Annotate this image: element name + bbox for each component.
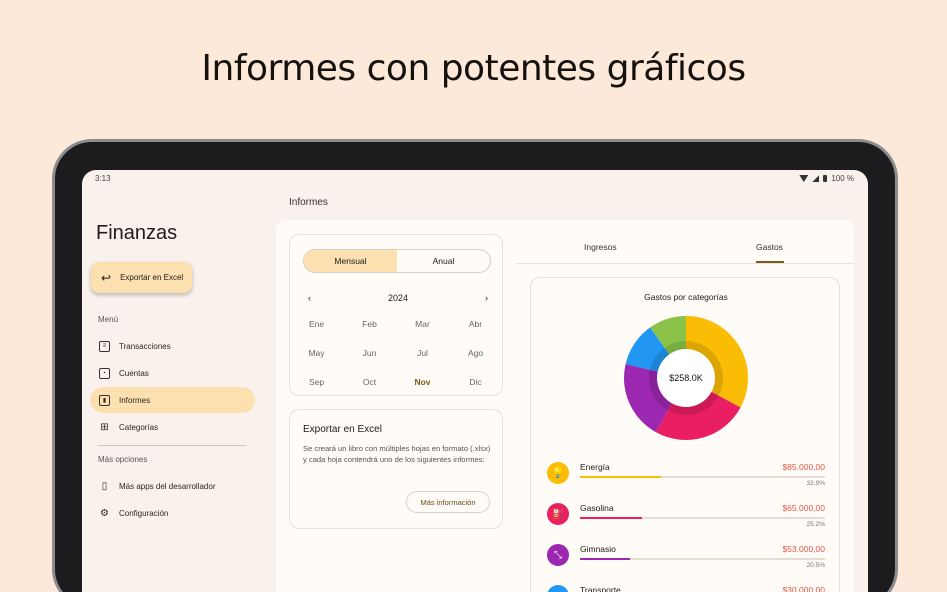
- tab-mensual[interactable]: Mensual: [304, 250, 397, 272]
- category-percent: 20.5%: [806, 562, 825, 569]
- sidebar-item-cuentas[interactable]: ▪ Cuentas: [90, 360, 255, 386]
- period-card: Mensual Anual ‹ 2024 › Ene Feb Mar Abr M…: [289, 234, 503, 396]
- tab-anual[interactable]: Anual: [397, 250, 490, 272]
- category-amount: $30.000,00: [782, 585, 825, 592]
- chart-title: Gastos por categorías: [644, 292, 728, 302]
- category-progress-bar: [580, 517, 642, 519]
- sidebar-divider: [98, 445, 246, 446]
- month-mar[interactable]: Mar: [396, 319, 449, 329]
- sidebar-item-label: Configuración: [119, 508, 169, 518]
- category-progress-bar: [580, 558, 631, 560]
- sidebar-item-categorias[interactable]: ⊞ Categorías: [90, 414, 255, 440]
- menu-label: Menú: [98, 315, 119, 324]
- app-screen: 3:13 100 % Finanzas ↩ Exportar en Excel …: [82, 170, 868, 592]
- category-row-gasolina[interactable]: ⛽ Gasolina $65.000,00 25.2%: [547, 501, 825, 531]
- year-navigator: ‹ 2024 ›: [308, 293, 488, 303]
- sidebar-item-more-apps[interactable]: ▯ Más apps del desarrollador: [90, 473, 255, 499]
- status-bar: 3:13 100 %: [82, 170, 868, 188]
- prev-year-button[interactable]: ‹: [308, 293, 311, 303]
- category-row-gimnasio[interactable]: ⤡ Gimnasio $53.000,00 20.5%: [547, 542, 825, 572]
- tab-gastos[interactable]: Gastos: [756, 242, 783, 252]
- bus-icon: ●: [547, 585, 569, 592]
- reports-panel: Mensual Anual ‹ 2024 › Ene Feb Mar Abr M…: [276, 220, 854, 592]
- expenses-chart-card: Gastos por categorías $258.0K 💡 Energía $8…: [530, 277, 840, 592]
- export-card-title: Exportar en Excel: [303, 424, 382, 435]
- category-row-transporte[interactable]: ● Transporte $30.000,00: [547, 583, 825, 592]
- export-card-description: Se creará un libro con múltiples hojas e…: [303, 444, 491, 464]
- period-toggle: Mensual Anual: [303, 249, 491, 273]
- month-jun[interactable]: Jun: [343, 348, 396, 358]
- list-icon: ≡: [99, 340, 110, 352]
- sidebar-item-informes[interactable]: ▮ Informes: [90, 387, 255, 413]
- month-feb[interactable]: Feb: [343, 319, 396, 329]
- more-options-label: Más opciones: [98, 455, 148, 464]
- sidebar-item-label: Informes: [119, 395, 151, 405]
- export-card: Exportar en Excel Se creará un libro con…: [289, 409, 503, 529]
- grid-icon: ⊞: [100, 421, 109, 433]
- category-name: Energía: [580, 462, 610, 472]
- tab-ingresos[interactable]: Ingresos: [584, 242, 617, 252]
- category-amount: $85.000,00: [782, 462, 825, 472]
- gear-icon: ⚙: [100, 507, 109, 519]
- expand-icon: ⤡: [547, 544, 569, 566]
- category-amount: $53.000,00: [782, 544, 825, 554]
- month-ago[interactable]: Ago: [449, 348, 502, 358]
- bar-chart-icon: ▮: [99, 394, 110, 406]
- fuel-icon: ⛽: [547, 503, 569, 525]
- month-dic[interactable]: Dic: [449, 377, 502, 387]
- more-info-button[interactable]: Más información: [406, 491, 490, 513]
- sidebar-item-label: Transacciones: [119, 341, 171, 351]
- bulb-icon: 💡: [547, 462, 569, 484]
- category-name: Gimnasio: [580, 544, 616, 554]
- month-nov[interactable]: Nov: [396, 377, 449, 387]
- status-time: 3:13: [95, 174, 111, 183]
- expenses-donut-chart: $258.0K: [624, 316, 748, 440]
- phone-icon: ▯: [101, 480, 108, 492]
- battery-icon: [823, 175, 828, 182]
- donut-center-total: $258.0K: [669, 373, 703, 383]
- category-row-energia[interactable]: 💡 Energía $85.000,00 32.9%: [547, 460, 825, 490]
- category-progress-track: [580, 558, 825, 560]
- month-abr[interactable]: Abr: [449, 319, 502, 329]
- category-name: Transporte: [580, 585, 621, 592]
- category-percent: 25.2%: [806, 521, 825, 528]
- month-ene[interactable]: Ene: [290, 319, 343, 329]
- category-progress-track: [580, 476, 825, 478]
- category-progress-bar: [580, 476, 661, 478]
- sidebar-item-label: Cuentas: [119, 368, 149, 378]
- reply-arrow-icon: ↩: [101, 270, 112, 285]
- tabs-divider: [516, 263, 854, 264]
- wifi-icon: [799, 175, 809, 182]
- headline: Informes con potentes gráficos: [201, 48, 746, 89]
- wallet-icon: ▪: [99, 367, 110, 379]
- sidebar-item-configuracion[interactable]: ⚙ Configuración: [90, 500, 255, 526]
- app-title: Finanzas: [96, 222, 178, 244]
- category-name: Gasolina: [580, 503, 614, 513]
- signal-icon: [812, 175, 820, 182]
- month-jul[interactable]: Jul: [396, 348, 449, 358]
- export-excel-button[interactable]: ↩ Exportar en Excel: [91, 262, 192, 293]
- battery-level: 100 %: [831, 174, 854, 183]
- month-may[interactable]: May: [290, 348, 343, 358]
- page-title: Informes: [289, 197, 328, 208]
- category-progress-track: [580, 517, 825, 519]
- month-oct[interactable]: Oct: [343, 377, 396, 387]
- sidebar-item-label: Categorías: [119, 422, 159, 432]
- month-grid: Ene Feb Mar Abr May Jun Jul Ago Sep Oct …: [290, 319, 502, 387]
- sidebar-item-transacciones[interactable]: ≡ Transacciones: [90, 333, 255, 359]
- export-excel-label: Exportar en Excel: [120, 273, 184, 282]
- next-year-button[interactable]: ›: [485, 293, 488, 303]
- sidebar-item-label: Más apps del desarrollador: [119, 481, 216, 491]
- month-sep[interactable]: Sep: [290, 377, 343, 387]
- category-percent: 32.9%: [806, 480, 825, 487]
- year-label: 2024: [387, 293, 409, 303]
- category-amount: $65.000,00: [782, 503, 825, 513]
